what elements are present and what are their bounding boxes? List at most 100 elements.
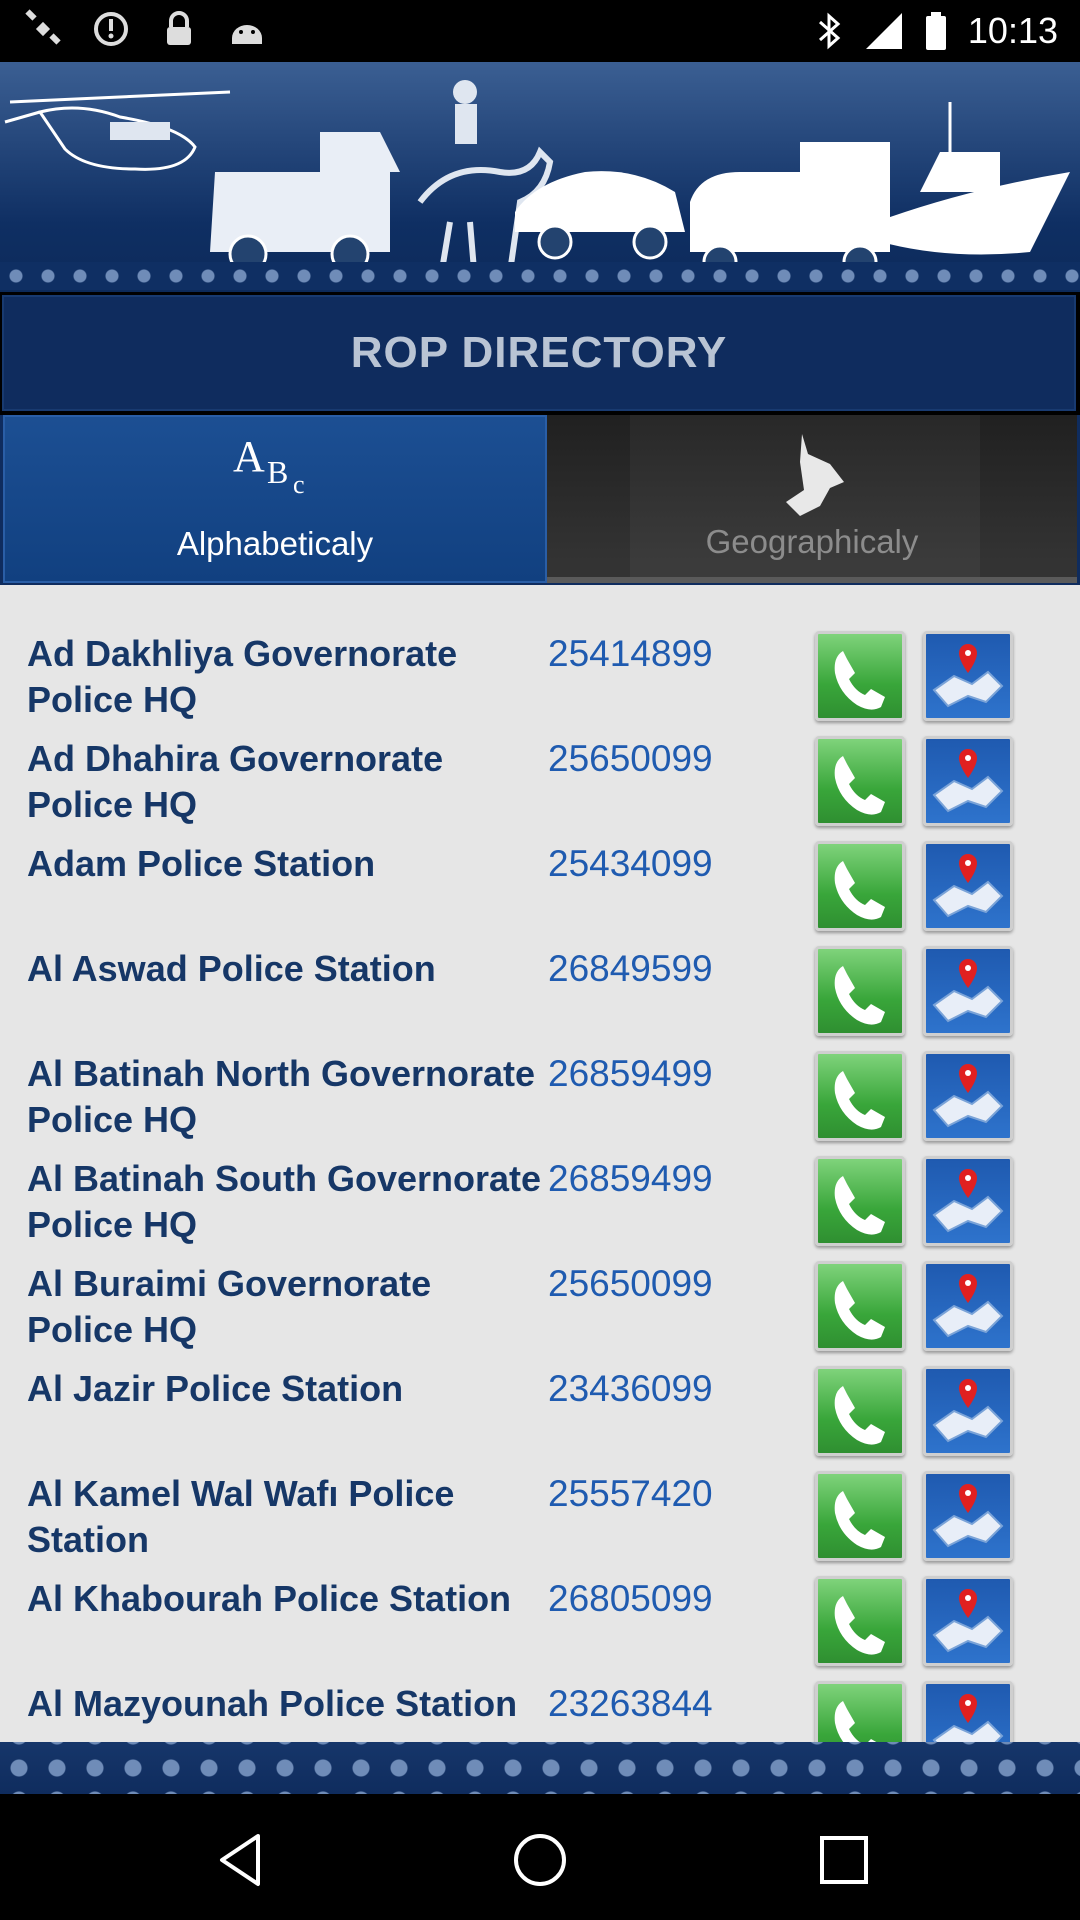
tab-bar: A B c Alphabeticaly Geographicaly (0, 415, 1080, 585)
station-name: Al Aswad Police Station (27, 948, 436, 989)
list-item[interactable]: Al Batinah South Governorate Police HQ 26… (0, 1156, 1080, 1261)
call-button[interactable] (815, 946, 905, 1036)
map-pin-icon (928, 1581, 1008, 1661)
recents-icon[interactable] (814, 1830, 874, 1890)
svg-text:B: B (267, 454, 288, 490)
map-pin-icon (928, 951, 1008, 1031)
station-name: Al Batinah North Governorate Police HQ (27, 1053, 536, 1140)
phone-icon (825, 1586, 895, 1656)
list-item[interactable]: Al Aswad Police Station 26849599 (0, 946, 1080, 1051)
phone-icon (825, 1166, 895, 1236)
map-pin-icon (928, 1056, 1008, 1136)
bluetooth-icon (818, 12, 841, 50)
alarm-icon (94, 12, 128, 46)
call-button[interactable] (815, 841, 905, 931)
map-button[interactable] (923, 1051, 1013, 1141)
list-item[interactable]: Al Buraimi Governorate Police HQ 25650099 (0, 1261, 1080, 1366)
map-pin-icon (928, 1266, 1008, 1346)
clock: 10:13 (967, 10, 1058, 51)
station-name: Al Khabourah Police Station (27, 1578, 512, 1619)
map-button[interactable] (923, 841, 1013, 931)
tab-geographically-label: Geographicaly (705, 523, 919, 560)
status-bar: 10:13 (0, 0, 1080, 62)
list-item[interactable]: Al Batinah North Governorate Police HQ 26… (0, 1051, 1080, 1156)
map-pin-icon (928, 636, 1008, 716)
call-button[interactable] (815, 1576, 905, 1666)
station-phone[interactable]: 26805099 (548, 1576, 713, 1622)
home-icon[interactable] (510, 1830, 570, 1890)
station-phone[interactable]: 26859499 (548, 1051, 713, 1097)
list-item[interactable]: Ad Dhahira Governorate Police HQ 25650099 (0, 736, 1080, 841)
station-phone[interactable]: 25414899 (548, 631, 713, 677)
back-icon[interactable] (210, 1830, 270, 1890)
list-item[interactable]: Adam Police Station 25434099 (0, 841, 1080, 946)
list-item[interactable]: Al Jazir Police Station 23436099 (0, 1366, 1080, 1471)
tab-alphabetically-label: Alphabeticaly (176, 525, 374, 562)
abc-icon: A B c (233, 432, 305, 499)
svg-text:A: A (233, 432, 265, 481)
footer-ornament (0, 1742, 1080, 1794)
station-name: Al Jazir Police Station (27, 1368, 404, 1409)
map-pin-icon (928, 741, 1008, 821)
page-title: ROP DIRECTORY (350, 328, 728, 377)
station-name: Ad Dakhliya Governorate Police HQ (27, 633, 458, 720)
map-button[interactable] (923, 1471, 1013, 1561)
call-button[interactable] (815, 1156, 905, 1246)
oman-map-icon (786, 434, 844, 516)
phone-icon (825, 1481, 895, 1551)
station-phone[interactable]: 26859499 (548, 1156, 713, 1202)
tab-geographically[interactable]: Geographicaly (547, 415, 1077, 583)
map-button[interactable] (923, 946, 1013, 1036)
lock-icon (167, 11, 191, 45)
map-pin-icon (928, 1161, 1008, 1241)
list-item[interactable]: Al Kamel Wal Wafı Police Station 25557420 (0, 1471, 1080, 1576)
call-button[interactable] (815, 1261, 905, 1351)
map-pin-icon (928, 846, 1008, 926)
battery-icon (925, 12, 946, 50)
map-pin-icon (928, 1371, 1008, 1451)
phone-icon (825, 1376, 895, 1446)
station-phone[interactable]: 25434099 (548, 841, 713, 887)
station-name: Adam Police Station (27, 843, 376, 884)
phone-icon (825, 641, 895, 711)
call-button[interactable] (815, 631, 905, 721)
call-button[interactable] (815, 736, 905, 826)
svg-text:c: c (293, 470, 305, 499)
list-item[interactable]: Al Khabourah Police Station 26805099 (0, 1576, 1080, 1681)
satellite-icon (25, 9, 61, 45)
station-name: Al Buraimi Governorate Police HQ (27, 1263, 432, 1350)
station-name: Al Kamel Wal Wafı Police Station (27, 1473, 455, 1560)
map-button[interactable] (923, 1366, 1013, 1456)
call-button[interactable] (815, 1471, 905, 1561)
directory-list: Ad Dakhliya Governorate Police HQ 2541489… (0, 585, 1080, 1755)
station-phone[interactable]: 25650099 (548, 1261, 713, 1307)
map-button[interactable] (923, 1156, 1013, 1246)
station-phone[interactable]: 23436099 (548, 1366, 713, 1412)
signal-icon (865, 13, 902, 49)
header-banner (0, 62, 1080, 292)
map-button[interactable] (923, 631, 1013, 721)
list-item[interactable]: Ad Dakhliya Governorate Police HQ 2541489… (0, 631, 1080, 736)
map-button[interactable] (923, 1576, 1013, 1666)
title-bar: ROP DIRECTORY (2, 295, 1076, 411)
station-phone[interactable]: 25650099 (548, 736, 713, 782)
map-pin-icon (928, 1476, 1008, 1556)
phone-icon (825, 1271, 895, 1341)
station-phone[interactable]: 23263844 (548, 1681, 713, 1727)
station-phone[interactable]: 25557420 (548, 1471, 713, 1517)
call-button[interactable] (815, 1051, 905, 1141)
station-phone[interactable]: 26849599 (548, 946, 713, 992)
call-button[interactable] (815, 1366, 905, 1456)
banner-ornament (0, 262, 1080, 290)
phone-icon (825, 1061, 895, 1131)
tab-alphabetically[interactable]: A B c Alphabeticaly (3, 415, 547, 583)
navigation-bar (0, 1794, 1080, 1920)
map-button[interactable] (923, 1261, 1013, 1351)
station-name: Al Batinah South Governorate Police HQ (27, 1158, 542, 1245)
vehicles-illustration (4, 80, 1070, 283)
android-icon (232, 25, 262, 44)
map-button[interactable] (923, 736, 1013, 826)
phone-icon (825, 851, 895, 921)
station-name: Al Mazyounah Police Station (27, 1683, 518, 1724)
phone-icon (825, 746, 895, 816)
